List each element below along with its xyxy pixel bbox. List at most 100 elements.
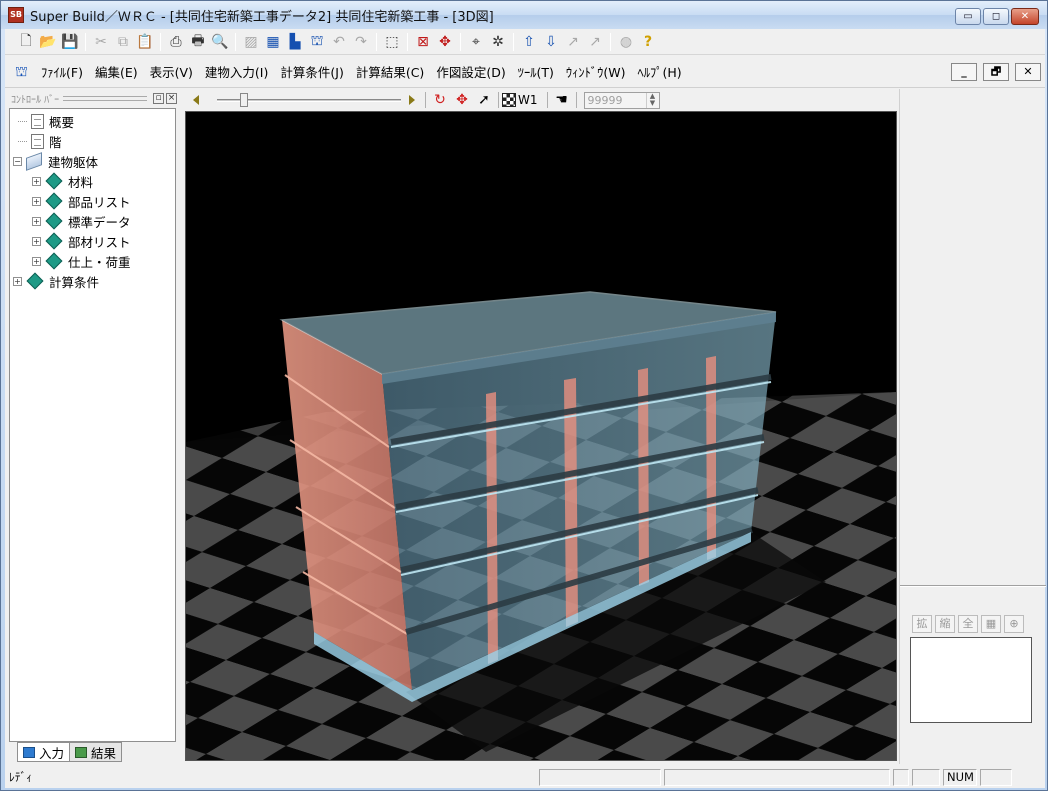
collapse-icon[interactable]: − bbox=[13, 156, 22, 166]
tree-item[interactable]: − 建物躯体 bbox=[10, 151, 175, 171]
expand-icon[interactable]: + bbox=[32, 236, 41, 246]
copy-icon[interactable]: ⧉ bbox=[112, 31, 134, 53]
layer-label[interactable]: W1 bbox=[518, 93, 538, 107]
tab-results[interactable]: 結果 bbox=[70, 742, 123, 762]
grid-button[interactable]: ▦ bbox=[981, 615, 1001, 633]
tree-item[interactable]: 階 bbox=[10, 131, 175, 151]
mdi-minimize-button[interactable]: _ bbox=[951, 63, 977, 81]
help-icon[interactable]: ? bbox=[637, 31, 659, 53]
tree-view[interactable]: 概要 階 − 建物躯体 + 材料 + 部品リスト + 標準データ + 部材リスト… bbox=[9, 108, 176, 742]
title-bar[interactable]: SB Super Build／ＷＲＣ - [共同住宅新築工事データ2] 共同住宅… bbox=[1, 1, 1047, 29]
spinner-arrows-icon[interactable]: ▲ ▼ bbox=[645, 92, 659, 108]
number-spinner[interactable]: 99999 ▲ ▼ bbox=[583, 91, 660, 109]
3d-viewport[interactable] bbox=[185, 111, 897, 761]
arrow-down-a-icon[interactable]: ⇩ bbox=[540, 31, 562, 53]
arrow-gray-2-icon[interactable]: ↗ bbox=[584, 31, 606, 53]
close-button[interactable]: ✕ bbox=[1011, 8, 1039, 25]
control-bar-panel: ｺﾝﾄﾛｰﾙ ﾊﾞｰ ▫ × 概要 階 − 建物躯体 + 材料 + 部品リスト … bbox=[9, 89, 177, 764]
grid-blue-icon[interactable]: ▦ bbox=[262, 31, 284, 53]
tree-item[interactable]: + 材料 bbox=[10, 171, 175, 191]
mini-preview[interactable] bbox=[910, 637, 1032, 723]
tree-item[interactable]: 概要 bbox=[10, 111, 175, 131]
open-folder-icon[interactable]: 📂 bbox=[37, 31, 59, 53]
menu-building-input[interactable]: 建物入力(I) bbox=[199, 62, 274, 81]
pointer-icon[interactable]: ➚ bbox=[473, 90, 495, 110]
minimize-button[interactable]: ▭ bbox=[955, 8, 981, 25]
status-pane-2 bbox=[664, 768, 890, 786]
pan-icon[interactable]: ✥ bbox=[451, 90, 473, 110]
dock-icon[interactable]: ▫ bbox=[153, 92, 164, 104]
checker-floor-icon[interactable] bbox=[502, 93, 516, 107]
arrow-gray-1-icon[interactable]: ↗ bbox=[562, 31, 584, 53]
move-red-icon[interactable]: ✥ bbox=[434, 31, 456, 53]
new-file-icon[interactable]: 🗋 bbox=[15, 31, 37, 53]
rotation-slider[interactable] bbox=[217, 93, 401, 107]
menu-help[interactable]: ﾍﾙﾌﾟ(H) bbox=[631, 62, 687, 81]
menu-view[interactable]: 表示(V) bbox=[144, 62, 199, 81]
grid-plan-icon[interactable]: ▙ bbox=[284, 31, 306, 53]
fit-all-button[interactable]: 全 bbox=[958, 615, 978, 633]
menu-drawing-settings[interactable]: 作図設定(D) bbox=[430, 62, 511, 81]
tree-item[interactable]: + 標準データ bbox=[10, 211, 175, 231]
select-region-icon[interactable]: ⬚ bbox=[381, 31, 403, 53]
pane-divider[interactable] bbox=[900, 585, 1046, 587]
control-bar-header[interactable]: ｺﾝﾄﾛｰﾙ ﾊﾞｰ ▫ × bbox=[9, 89, 177, 107]
menu-calc-conditions[interactable]: 計算条件(J) bbox=[274, 62, 349, 81]
tree-item[interactable]: + 仕上・荷重 bbox=[10, 251, 175, 271]
stop-red-icon[interactable]: ⊠ bbox=[412, 31, 434, 53]
menu-edit[interactable]: 編集(E) bbox=[89, 62, 144, 81]
menu-bar: ⛫ ﾌｧｲﾙ(F) 編集(E) 表示(V) 建物入力(I) 計算条件(J) 計算… bbox=[5, 56, 1045, 88]
grip-handle[interactable] bbox=[63, 95, 147, 101]
mdi-close-button[interactable]: ✕ bbox=[1015, 63, 1041, 81]
toolbar-separator bbox=[425, 92, 426, 108]
print-icon[interactable]: 🖶 bbox=[187, 31, 209, 53]
crosshair-icon[interactable]: ⌖ bbox=[465, 31, 487, 53]
expand-icon[interactable]: + bbox=[13, 276, 22, 286]
menu-calc-results[interactable]: 計算結果(C) bbox=[350, 62, 430, 81]
slider-right-icon[interactable] bbox=[409, 95, 415, 105]
tree-item[interactable]: + 計算条件 bbox=[10, 271, 175, 291]
paste-icon[interactable]: 📋 bbox=[134, 31, 156, 53]
arrow-up-a-icon[interactable]: ⇧ bbox=[518, 31, 540, 53]
snap-icon[interactable]: ✲ bbox=[487, 31, 509, 53]
mdi-controls: _ 🗗 ✕ bbox=[951, 63, 1041, 81]
maximize-button[interactable]: ◻ bbox=[983, 8, 1009, 25]
expand-icon[interactable]: + bbox=[32, 216, 41, 226]
3d-scene[interactable] bbox=[186, 112, 897, 761]
tab-label: 結果 bbox=[91, 745, 117, 761]
globe-icon[interactable]: ◍ bbox=[615, 31, 637, 53]
tree-item[interactable]: + 部品リスト bbox=[10, 191, 175, 211]
expand-icon[interactable]: + bbox=[32, 256, 41, 266]
toolbar-separator bbox=[546, 92, 548, 108]
close-panel-icon[interactable]: × bbox=[166, 92, 177, 104]
mdi-restore-button[interactable]: 🗗 bbox=[983, 63, 1009, 81]
redo-icon[interactable]: ↷ bbox=[350, 31, 372, 53]
zoom-in-button[interactable]: 拡 bbox=[912, 615, 932, 633]
menu-file[interactable]: ﾌｧｲﾙ(F) bbox=[35, 62, 89, 81]
panel-tabs: 入力 結果 bbox=[17, 742, 123, 762]
image-icon[interactable]: ▨ bbox=[240, 31, 262, 53]
slider-left-icon[interactable] bbox=[193, 95, 199, 105]
slider-thumb[interactable] bbox=[240, 93, 248, 107]
hand-icon[interactable]: ☚ bbox=[551, 90, 573, 110]
expand-icon[interactable]: + bbox=[32, 196, 41, 206]
app-icon[interactable]: SB bbox=[8, 7, 24, 23]
save-icon[interactable]: 💾 bbox=[59, 31, 81, 53]
tree-label: 材料 bbox=[68, 174, 94, 190]
tree-item[interactable]: + 部材リスト bbox=[10, 231, 175, 251]
mdi-document-icon[interactable]: ⛫ bbox=[15, 64, 33, 80]
input-tab-icon bbox=[23, 746, 35, 758]
expand-icon[interactable]: + bbox=[32, 176, 41, 186]
center-button[interactable]: ⊕ bbox=[1004, 615, 1024, 633]
building-icon[interactable]: ⛫ bbox=[306, 31, 328, 53]
print-preview-icon[interactable]: 🔍 bbox=[209, 31, 231, 53]
menu-tools[interactable]: ﾂｰﾙ(T) bbox=[512, 62, 560, 81]
print-setup-icon[interactable]: ⎙ bbox=[165, 31, 187, 53]
zoom-out-button[interactable]: 縮 bbox=[935, 615, 955, 633]
menu-window[interactable]: ｳｨﾝﾄﾞｳ(W) bbox=[560, 62, 632, 81]
tree-label: 標準データ bbox=[68, 214, 131, 230]
cut-icon[interactable]: ✂ bbox=[90, 31, 112, 53]
rotate-icon[interactable]: ↻ bbox=[429, 90, 451, 110]
tab-input[interactable]: 入力 bbox=[17, 742, 71, 762]
undo-icon[interactable]: ↶ bbox=[328, 31, 350, 53]
